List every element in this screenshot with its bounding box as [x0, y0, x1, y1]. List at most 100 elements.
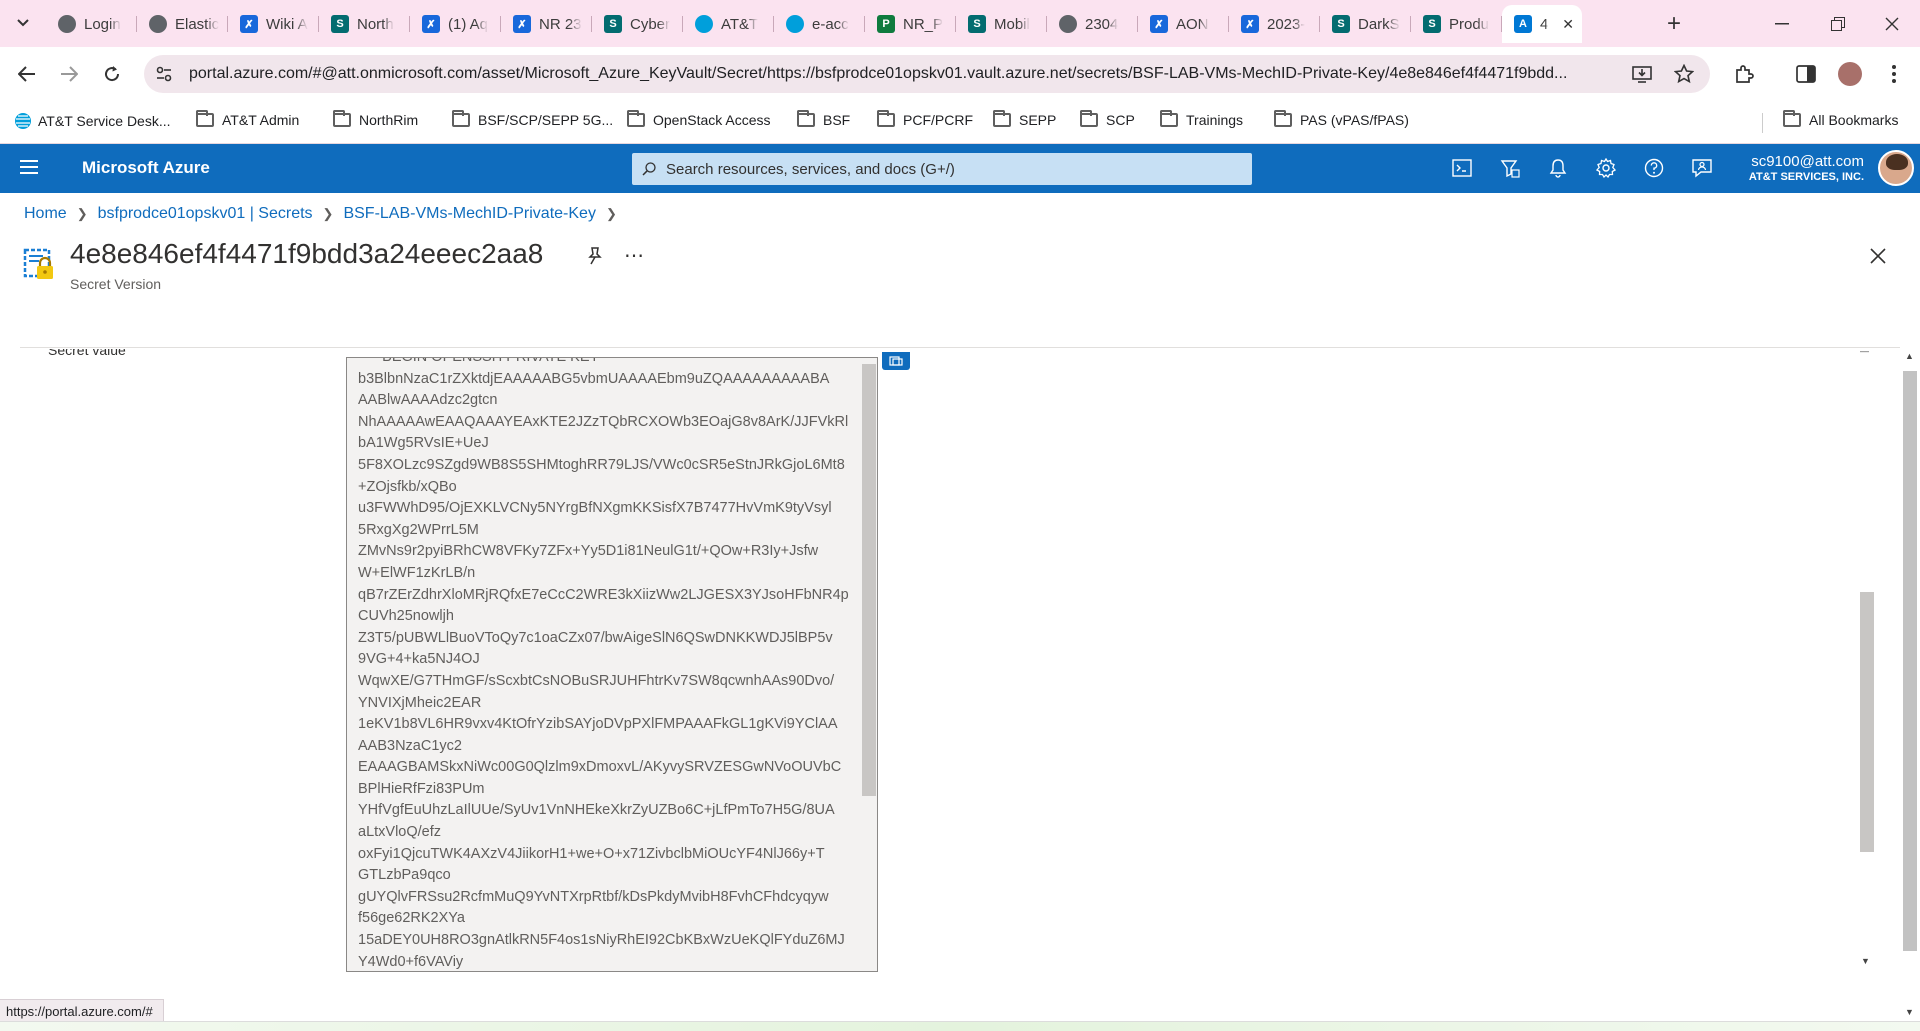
bookmark-label: NorthRim: [359, 112, 419, 128]
browser-tab[interactable]: Login: [46, 5, 137, 43]
folder-icon: [452, 110, 470, 127]
secret-value-textarea[interactable]: -----BEGIN OPENSSH PRIVATE KEY----- b3Bl…: [346, 357, 878, 972]
new-tab-button[interactable]: +: [1660, 10, 1688, 38]
settings-button[interactable]: [1593, 155, 1619, 181]
page-bottom-strip: [0, 1021, 1920, 1031]
bookmark-item[interactable]: AT&T Service Desk...: [14, 112, 171, 130]
bookmark-label: PAS (vPAS/fPAS): [1300, 112, 1409, 128]
site-settings-icon[interactable]: [154, 64, 174, 89]
more-options-button[interactable]: ⋯: [624, 243, 645, 268]
folder-icon: [627, 110, 645, 127]
feedback-icon: [1692, 159, 1712, 178]
bookmark-label: All Bookmarks: [1809, 112, 1899, 128]
bookmark-folder[interactable]: BSF/SCP/SEPP 5G...: [452, 110, 613, 128]
bookmark-folder[interactable]: Trainings: [1160, 110, 1243, 128]
secret-value-text[interactable]: -----BEGIN OPENSSH PRIVATE KEY----- b3Bl…: [358, 358, 858, 971]
global-search[interactable]: [632, 153, 1252, 185]
forward-button[interactable]: [54, 59, 84, 89]
profile-button[interactable]: [1836, 60, 1864, 88]
notifications-button[interactable]: [1545, 155, 1571, 181]
browser-tab[interactable]: S DarkS: [1320, 5, 1411, 43]
install-app-icon[interactable]: [1632, 64, 1652, 89]
minimize-icon: [1775, 22, 1789, 24]
breadcrumb-key-vault-secrets[interactable]: bsfprodce01opskv01 | Secrets: [98, 205, 313, 223]
user-email: sc9100@att.com: [1751, 153, 1864, 170]
help-button[interactable]: [1641, 155, 1667, 181]
restore-button[interactable]: [1810, 0, 1866, 47]
browser-tab[interactable]: ✗ NR 23: [501, 5, 592, 43]
bookmark-star-icon[interactable]: [1673, 63, 1695, 89]
pin-icon[interactable]: [585, 246, 605, 266]
side-panel-button[interactable]: [1792, 60, 1820, 88]
bookmark-folder[interactable]: OpenStack Access: [627, 110, 771, 128]
minimize-button[interactable]: [1754, 0, 1810, 47]
page-title: 4e8e846ef4f4471f9bdd3a24eeec2aa8: [70, 238, 544, 269]
browser-tab[interactable]: S Produ: [1411, 5, 1502, 43]
browser-tab[interactable]: ✗ (1) Aq: [410, 5, 501, 43]
bell-icon: [1549, 159, 1567, 178]
browser-tab[interactable]: 2304: [1047, 5, 1138, 43]
bookmarks-bar: AT&T Service Desk... AT&T Admin NorthRim…: [0, 101, 1920, 144]
browser-menu-button[interactable]: [1880, 60, 1908, 88]
copy-to-clipboard-button[interactable]: [882, 352, 910, 370]
portal-menu-icon[interactable]: [20, 160, 38, 174]
browser-tab[interactable]: A 4 ✕: [1502, 5, 1582, 43]
blade-scrollbar-thumb[interactable]: [1860, 592, 1874, 852]
side-panel-icon: [1796, 65, 1816, 83]
browser-tab[interactable]: S Cyber: [592, 5, 683, 43]
tab-title: North: [357, 15, 394, 33]
avatar[interactable]: [1878, 150, 1914, 186]
scroll-up-icon[interactable]: ▲: [1905, 351, 1914, 361]
browser-tab[interactable]: ✗ 2023-: [1229, 5, 1320, 43]
url-text[interactable]: portal.azure.com/#@att.onmicrosoft.com/a…: [189, 65, 1629, 83]
scroll-down-icon[interactable]: ▼: [1905, 1007, 1914, 1017]
tab-title: 2304: [1085, 15, 1119, 33]
browser-tab[interactable]: ✗ AON: [1138, 5, 1229, 43]
tab-search-dropdown[interactable]: [10, 10, 36, 36]
browser-tab[interactable]: S North: [319, 5, 410, 43]
blade-scrollbar[interactable]: — ▼: [1856, 346, 1874, 970]
bookmarks-divider: [1762, 113, 1763, 133]
breadcrumb: Home ❯ bsfprodce01opskv01 | Secrets ❯ BS…: [24, 205, 627, 223]
sharepoint-icon: S: [331, 15, 349, 33]
breadcrumb-secret[interactable]: BSF-LAB-VMs-MechID-Private-Key: [343, 205, 596, 223]
close-blade-button[interactable]: [1866, 244, 1890, 268]
sharepoint-icon: S: [604, 15, 622, 33]
omnibox[interactable]: portal.azure.com/#@att.onmicrosoft.com/a…: [144, 55, 1710, 93]
feedback-button[interactable]: [1689, 155, 1715, 181]
tab-title: Login: [84, 15, 121, 33]
browser-tab[interactable]: P NR_P: [865, 5, 956, 43]
textarea-scrollbar[interactable]: [862, 364, 876, 796]
bookmark-folder[interactable]: SEPP: [993, 110, 1056, 128]
browser-tab[interactable]: ✗ Wiki A: [228, 5, 319, 43]
bookmark-folder[interactable]: BSF: [797, 110, 850, 128]
reload-button[interactable]: [97, 59, 127, 89]
page-scrollbar-thumb[interactable]: [1903, 371, 1917, 951]
scroll-down-icon[interactable]: ▼: [1861, 956, 1870, 966]
browser-tab[interactable]: e-acc: [774, 5, 865, 43]
help-icon: [1644, 158, 1664, 178]
bookmark-folder[interactable]: PCF/PCRF: [877, 110, 973, 128]
bookmark-folder[interactable]: SCP: [1080, 110, 1135, 128]
azure-brand[interactable]: Microsoft Azure: [82, 158, 210, 178]
bookmark-folder[interactable]: PAS (vPAS/fPAS): [1274, 110, 1409, 128]
browser-tab[interactable]: S Mobil: [956, 5, 1047, 43]
confluence-icon: ✗: [513, 15, 531, 33]
terminal-icon: [1452, 159, 1472, 177]
all-bookmarks-folder[interactable]: All Bookmarks: [1783, 110, 1899, 128]
browser-tab[interactable]: Elastic: [137, 5, 228, 43]
page-scrollbar[interactable]: ▲ ▼: [1900, 351, 1920, 1021]
bookmark-folder[interactable]: NorthRim: [333, 110, 419, 128]
search-input[interactable]: [666, 160, 1226, 178]
scroll-up-icon[interactable]: —: [1860, 346, 1869, 356]
bookmark-folder[interactable]: AT&T Admin: [196, 110, 299, 128]
extensions-button[interactable]: [1730, 60, 1758, 88]
account-info[interactable]: sc9100@att.com AT&T SERVICES, INC.: [1749, 153, 1864, 183]
browser-tab[interactable]: AT&T: [683, 5, 774, 43]
breadcrumb-home[interactable]: Home: [24, 205, 67, 223]
directory-filter-button[interactable]: [1497, 155, 1523, 181]
cloud-shell-button[interactable]: [1449, 155, 1475, 181]
close-window-button[interactable]: [1864, 0, 1920, 47]
back-button[interactable]: [12, 59, 42, 89]
close-tab-icon[interactable]: ✕: [1562, 16, 1574, 33]
